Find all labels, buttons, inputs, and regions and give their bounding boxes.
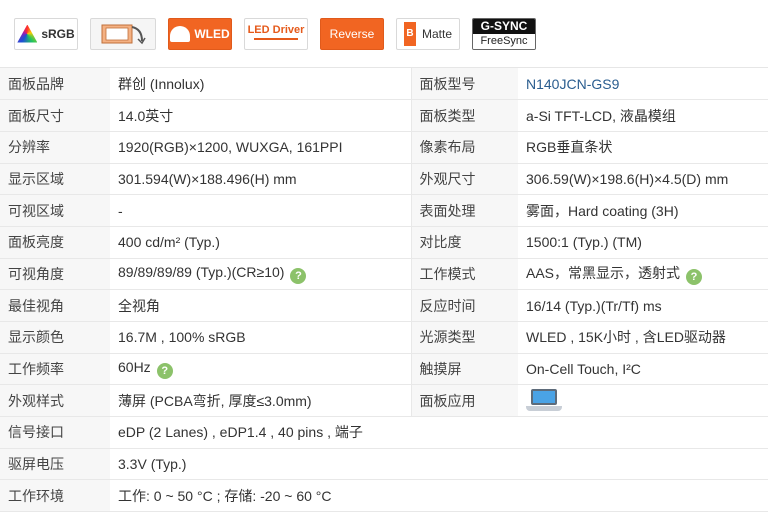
spec-value: AAS，常黑显示，透射式 bbox=[526, 264, 681, 281]
slim-panel-badge bbox=[90, 17, 156, 50]
spec-value: eDP (2 Lanes) , eDP1.4 , 40 pins , 端子 bbox=[110, 416, 768, 449]
spec-label: 面板类型 bbox=[410, 99, 518, 132]
feature-badge-bar: sRGB WLED LED Driver Reverse B Matte G-S… bbox=[0, 0, 768, 68]
spec-value-cell bbox=[518, 384, 768, 418]
table-row: 面板品牌 群创 (Innolux) 面板型号 N140JCN-GS9 bbox=[0, 68, 768, 101]
spec-label: 信号接口 bbox=[0, 416, 110, 449]
laptop-icon bbox=[526, 388, 562, 413]
spec-label: 分辨率 bbox=[0, 131, 110, 164]
spec-value: WLED , 15K小时 , 含LED驱动器 bbox=[518, 321, 768, 354]
spec-label: 外观尺寸 bbox=[410, 163, 518, 196]
spec-label: 面板尺寸 bbox=[0, 99, 110, 132]
spec-label: 面板亮度 bbox=[0, 226, 110, 259]
spec-value: 306.59(W)×198.6(H)×4.5(D) mm bbox=[518, 163, 768, 196]
reverse-badge-label: Reverse bbox=[329, 26, 375, 41]
color-gamut-icon bbox=[17, 24, 38, 43]
spec-value-cell: AAS，常黑显示，透射式? bbox=[518, 258, 768, 291]
question-mark-circle-icon[interactable]: ? bbox=[686, 268, 703, 285]
srgb-badge: sRGB bbox=[14, 17, 78, 50]
spec-label: 面板应用 bbox=[410, 384, 518, 418]
spec-value: On-Cell Touch, I²C bbox=[518, 353, 768, 386]
spec-label: 可视角度 bbox=[0, 258, 110, 291]
srgb-badge-label: sRGB bbox=[41, 26, 75, 41]
spec-value: 全视角 bbox=[110, 289, 411, 322]
led-driver-badge-label: LED Driver bbox=[247, 23, 305, 36]
spec-value-cell: 60Hz? bbox=[110, 353, 411, 386]
table-row: 工作频率 60Hz? 触摸屏 On-Cell Touch, I²C bbox=[0, 353, 768, 386]
spec-label: 工作模式 bbox=[410, 258, 518, 291]
table-row: 面板亮度 400 cd/m² (Typ.) 对比度 1500:1 (Typ.) … bbox=[0, 226, 768, 259]
spec-value: 薄屏 (PCBA弯折, 厚度≤3.0mm) bbox=[110, 384, 411, 418]
spec-label: 最佳视角 bbox=[0, 289, 110, 322]
spec-label: 表面处理 bbox=[410, 194, 518, 227]
table-row: 信号接口 eDP (2 Lanes) , eDP1.4 , 40 pins , … bbox=[0, 416, 768, 449]
circuit-line-icon bbox=[254, 37, 298, 44]
table-row: 可视区域 - 表面处理 雾面，Hard coating (3H) bbox=[0, 194, 768, 227]
led-bulb-icon bbox=[170, 25, 191, 42]
question-mark-circle-icon[interactable]: ? bbox=[290, 267, 307, 284]
table-row: 最佳视角 全视角 反应时间 16/14 (Typ.)(Tr/Tf) ms bbox=[0, 289, 768, 322]
matte-badge: B Matte bbox=[396, 17, 460, 50]
gsync-freesync-badge: G-SYNC FreeSync bbox=[472, 17, 536, 50]
spec-label: 触摸屏 bbox=[410, 353, 518, 386]
spec-label: 面板品牌 bbox=[0, 68, 110, 101]
led-driver-badge: LED Driver bbox=[244, 17, 308, 50]
spec-label: 反应时间 bbox=[410, 289, 518, 322]
spec-label: 工作环境 bbox=[0, 479, 110, 513]
table-row: 工作环境 工作: 0 ~ 50 °C ; 存储: -20 ~ 60 °C bbox=[0, 479, 768, 513]
spec-value: a-Si TFT-LCD, 液晶模组 bbox=[518, 99, 768, 132]
spec-value: 14.0英寸 bbox=[110, 99, 411, 132]
spec-value: 1500:1 (Typ.) (TM) bbox=[518, 226, 768, 259]
spec-value: 16/14 (Typ.)(Tr/Tf) ms bbox=[518, 289, 768, 322]
spec-value: - bbox=[110, 194, 411, 227]
spec-value: 89/89/89/89 (Typ.)(CR≥10) bbox=[118, 263, 285, 280]
spec-label: 可视区域 bbox=[0, 194, 110, 227]
spec-value: 工作: 0 ~ 50 °C ; 存储: -20 ~ 60 °C bbox=[110, 479, 768, 513]
spec-value: 60Hz bbox=[118, 359, 151, 376]
spec-value: 400 cd/m² (Typ.) bbox=[110, 226, 411, 259]
spec-table: 面板品牌 群创 (Innolux) 面板型号 N140JCN-GS9 面板尺寸 … bbox=[0, 68, 768, 513]
spec-label: 外观样式 bbox=[0, 384, 110, 418]
spec-value: 雾面，Hard coating (3H) bbox=[518, 194, 768, 227]
table-row: 外观样式 薄屏 (PCBA弯折, 厚度≤3.0mm) 面板应用 bbox=[0, 384, 768, 418]
spec-value-cell: 89/89/89/89 (Typ.)(CR≥10)? bbox=[110, 258, 411, 291]
panel-model-link[interactable]: N140JCN-GS9 bbox=[518, 68, 768, 101]
spec-value: 群创 (Innolux) bbox=[110, 68, 411, 101]
gsync-label: G-SYNC bbox=[473, 18, 535, 34]
spec-value: 301.594(W)×188.496(H) mm bbox=[110, 163, 411, 196]
wled-badge-label: WLED bbox=[194, 26, 230, 41]
bent-pcba-icon bbox=[101, 24, 146, 44]
spec-label: 显示区域 bbox=[0, 163, 110, 196]
spec-label: 驱屏电压 bbox=[0, 448, 110, 481]
matte-badge-label: Matte bbox=[421, 26, 452, 41]
table-row: 面板尺寸 14.0英寸 面板类型 a-Si TFT-LCD, 液晶模组 bbox=[0, 99, 768, 132]
spec-label: 显示颜色 bbox=[0, 321, 110, 354]
table-row: 驱屏电压 3.3V (Typ.) bbox=[0, 448, 768, 481]
spec-label: 工作频率 bbox=[0, 353, 110, 386]
freesync-label: FreeSync bbox=[473, 33, 535, 49]
table-row: 分辨率 1920(RGB)×1200, WUXGA, 161PPI 像素布局 R… bbox=[0, 131, 768, 164]
spec-label: 面板型号 bbox=[410, 68, 518, 101]
matte-swatch-icon: B bbox=[403, 21, 416, 46]
reverse-badge: Reverse bbox=[320, 17, 384, 50]
table-row: 可视角度 89/89/89/89 (Typ.)(CR≥10)? 工作模式 AAS… bbox=[0, 258, 768, 291]
question-mark-circle-icon[interactable]: ? bbox=[156, 363, 173, 380]
spec-value: 3.3V (Typ.) bbox=[110, 448, 768, 481]
spec-label: 像素布局 bbox=[410, 131, 518, 164]
table-row: 显示颜色 16.7M , 100% sRGB 光源类型 WLED , 15K小时… bbox=[0, 321, 768, 354]
spec-value: 16.7M , 100% sRGB bbox=[110, 321, 411, 354]
spec-label: 对比度 bbox=[410, 226, 518, 259]
spec-value: RGB垂直条状 bbox=[518, 131, 768, 164]
spec-value: 1920(RGB)×1200, WUXGA, 161PPI bbox=[110, 131, 411, 164]
table-row: 显示区域 301.594(W)×188.496(H) mm 外观尺寸 306.5… bbox=[0, 163, 768, 196]
wled-badge: WLED bbox=[168, 17, 232, 50]
spec-label: 光源类型 bbox=[410, 321, 518, 354]
